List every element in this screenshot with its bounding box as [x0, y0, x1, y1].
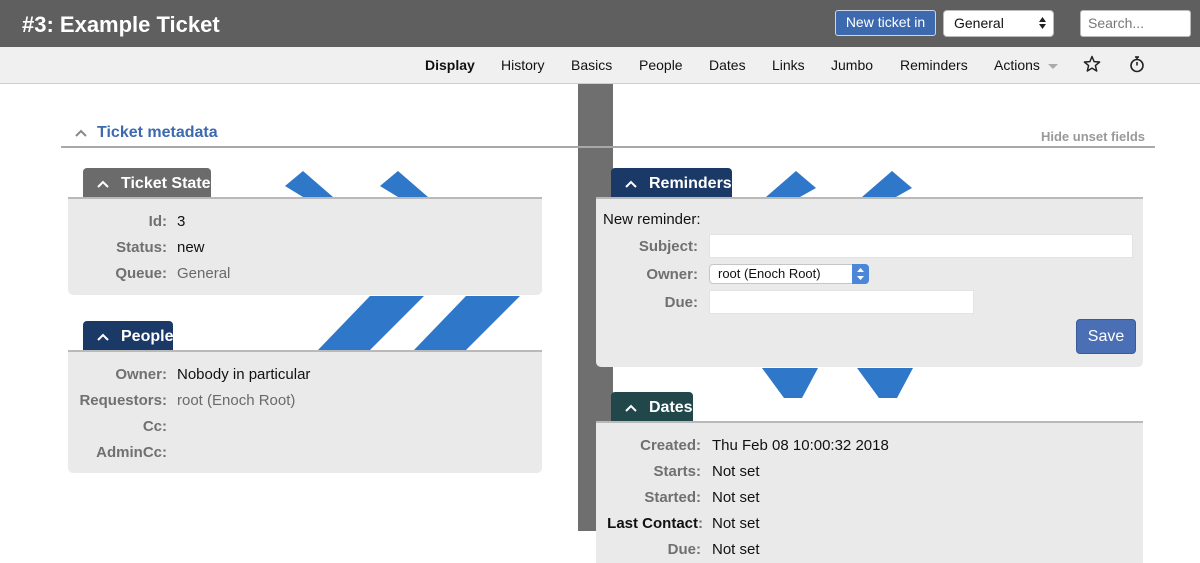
- field-label: Last Contact: [607, 515, 698, 532]
- field-label: Created:: [640, 437, 701, 454]
- field-label: Owner:: [115, 366, 167, 383]
- field-label: Queue:: [115, 265, 167, 282]
- reminder-due-input[interactable]: [709, 290, 974, 314]
- field-label: Status:: [116, 239, 167, 256]
- field-label: Id:: [148, 213, 167, 230]
- new-reminder-label: New reminder:: [603, 211, 701, 228]
- field-label: AdminCc:: [96, 444, 167, 461]
- field-label: Due:: [667, 541, 701, 558]
- label-colon: :: [698, 515, 703, 532]
- ticket-state-title: Ticket State: [121, 175, 211, 192]
- reminders-tab[interactable]: Reminders: [611, 168, 732, 199]
- requestor-link[interactable]: root (Enoch Root): [177, 392, 295, 409]
- people-title: People: [121, 328, 174, 345]
- owner-label: Owner:: [646, 266, 698, 283]
- field-value: 3: [177, 213, 186, 230]
- people-tab[interactable]: People: [83, 321, 174, 352]
- field-value: Nobody in particular: [177, 366, 311, 383]
- chevron-up-icon: [97, 333, 109, 341]
- ticket-state-tab[interactable]: Ticket State: [83, 168, 211, 199]
- save-button[interactable]: Save: [1076, 319, 1136, 354]
- field-label: Started:: [644, 489, 701, 506]
- dates-title: Dates: [649, 399, 693, 416]
- dates-tab[interactable]: Dates: [611, 392, 693, 423]
- subject-label: Subject:: [638, 238, 698, 255]
- field-value: Not set: [712, 463, 760, 480]
- owner-select-value: root (Enoch Root): [718, 266, 821, 281]
- chevron-up-icon: [625, 180, 637, 188]
- queue-link[interactable]: General: [177, 265, 230, 282]
- reminders-title: Reminders: [649, 175, 732, 192]
- due-label: Due:: [664, 294, 698, 311]
- field-label: Starts:: [653, 463, 701, 480]
- ticket-metadata-title[interactable]: Ticket metadata: [97, 124, 218, 142]
- reminder-owner-select[interactable]: root (Enoch Root): [709, 264, 869, 284]
- field-value: new: [177, 239, 205, 256]
- field-value: Not set: [712, 515, 760, 532]
- select-arrows-icon: [852, 264, 869, 284]
- chevron-up-icon[interactable]: [75, 129, 87, 137]
- field-label: Cc:: [142, 418, 167, 435]
- field-value: Not set: [712, 489, 760, 506]
- hide-unset-fields-link[interactable]: Hide unset fields: [1041, 129, 1145, 144]
- field-value: Thu Feb 08 10:00:32 2018: [712, 437, 889, 454]
- field-label: Requestors:: [79, 392, 167, 409]
- ticket-metadata-header: Ticket metadata Hide unset fields: [61, 123, 1155, 148]
- field-value: Not set: [712, 541, 760, 558]
- chevron-up-icon: [97, 180, 109, 188]
- chevron-up-icon: [625, 404, 637, 412]
- reminder-subject-input[interactable]: [709, 234, 1133, 258]
